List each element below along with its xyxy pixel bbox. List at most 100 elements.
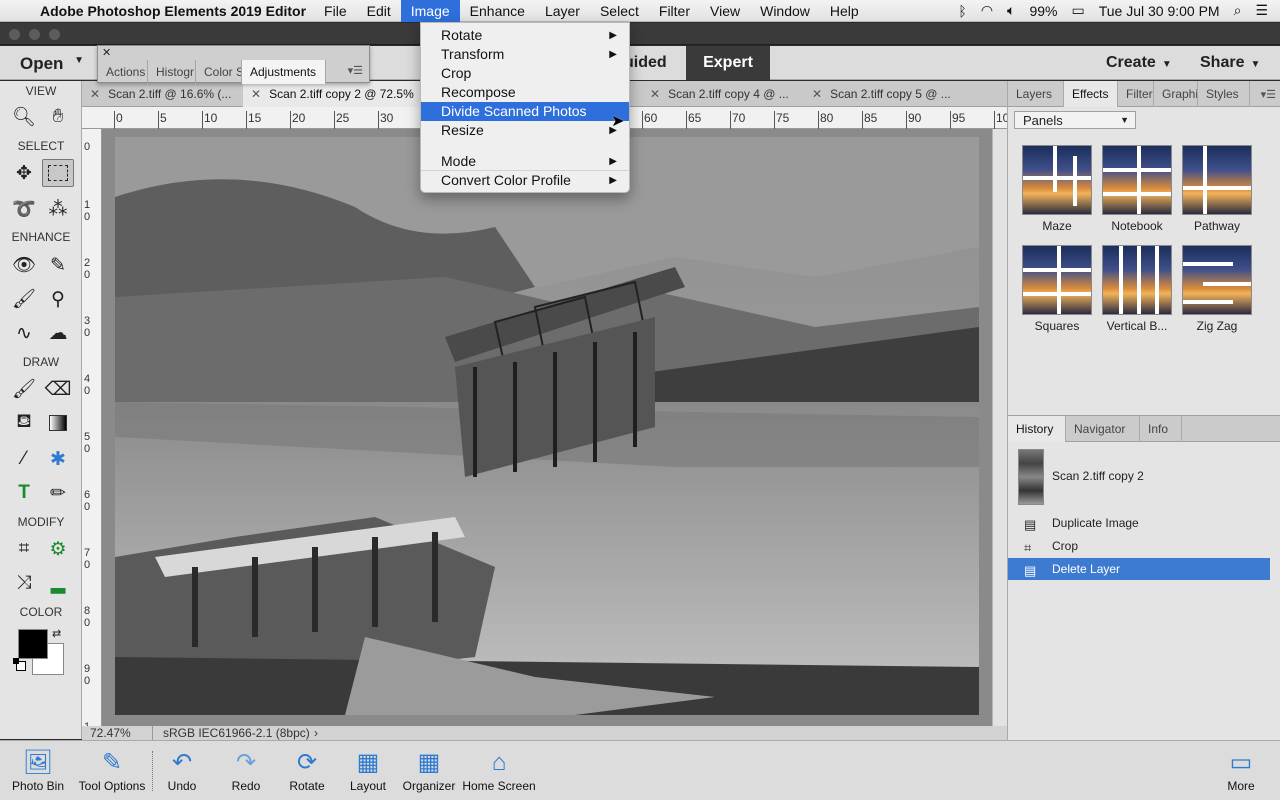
menu-item-recompose[interactable]: Recompose (421, 83, 629, 102)
eraser-tool-icon[interactable]: ⌫ (42, 375, 74, 403)
clock[interactable]: Tue Jul 30 9:00 PM (1099, 3, 1220, 19)
history-item-crop[interactable]: ⌗ Crop (1008, 535, 1270, 557)
close-icon[interactable]: ✕ (251, 87, 261, 101)
chevron-down-icon[interactable]: ▼ (74, 55, 84, 66)
effect-squares[interactable]: Squares (1021, 245, 1093, 333)
swap-colors-icon[interactable]: ⇄ (52, 627, 61, 640)
menu-item-convert-color-profile[interactable]: Convert Color Profile ▶ (421, 171, 629, 190)
tab-layers[interactable]: Layers (1008, 81, 1064, 107)
tab-graphics[interactable]: Graphi (1154, 81, 1198, 107)
eyedropper-tool-icon[interactable]: ⁄ (8, 445, 40, 473)
tab-histogram[interactable]: Histogr (148, 60, 196, 84)
tool-options-button[interactable]: ✎ Tool Options (72, 747, 152, 793)
tab-filters[interactable]: Filters (1118, 81, 1154, 107)
history-item-delete-layer[interactable]: ▤ Delete Layer (1008, 558, 1270, 580)
menu-item-mode[interactable]: Mode ▶ (421, 152, 629, 171)
tab-history[interactable]: History (1008, 416, 1066, 442)
marquee-tool-icon[interactable] (42, 159, 74, 187)
organizer-button[interactable]: ▦ Organizer (389, 747, 469, 793)
panel-menu-icon[interactable]: ▾☰ (348, 64, 363, 77)
doc-tab-1[interactable]: ✕ Scan 2.tiff @ 16.6% (... (82, 81, 242, 107)
bluetooth-icon[interactable]: ᛒ (958, 3, 966, 19)
blur-tool-icon[interactable]: ∿ (8, 319, 40, 347)
move-tool-icon[interactable]: ✥ (8, 159, 40, 187)
effects-category-dropdown[interactable]: Panels ▼ (1014, 111, 1136, 129)
canvas-area[interactable] (102, 129, 992, 726)
panel-menu-icon[interactable]: ▾☰ (1261, 88, 1276, 101)
red-eye-tool-icon[interactable]: 👁︎ (8, 251, 40, 279)
close-panel-icon[interactable]: ✕ (102, 46, 111, 59)
document-photo[interactable] (115, 137, 979, 715)
more-button[interactable]: ▭ More (1201, 747, 1280, 793)
close-window-icon[interactable] (9, 29, 20, 40)
pencil-tool-icon[interactable]: ✏︎ (42, 479, 74, 507)
menu-filter[interactable]: Filter (649, 0, 700, 22)
history-snapshot-thumbnail[interactable] (1018, 449, 1044, 505)
default-colors-icon[interactable] (13, 658, 26, 671)
tab-info[interactable]: Info (1140, 416, 1182, 442)
effect-zig-zag[interactable]: Zig Zag (1181, 245, 1253, 333)
menu-select[interactable]: Select (590, 0, 649, 22)
notification-center-icon[interactable]: ☰ (1255, 2, 1268, 19)
wifi-icon[interactable]: ◠ (981, 2, 993, 19)
tab-effects[interactable]: Effects (1064, 81, 1118, 107)
effect-vertical-b[interactable]: Vertical B... (1101, 245, 1173, 333)
close-icon[interactable]: ✕ (650, 87, 660, 101)
menu-window[interactable]: Window (750, 0, 820, 22)
recompose-tool-icon[interactable]: ⚙︎ (42, 535, 74, 563)
content-aware-move-tool-icon[interactable]: ⤨ (8, 569, 40, 597)
menu-item-crop[interactable]: Crop (421, 64, 629, 83)
foreground-color-swatch[interactable] (18, 629, 48, 659)
magic-wand-tool-icon[interactable]: ⁂ (42, 195, 74, 223)
menu-item-rotate[interactable]: Rotate ▶ (421, 26, 629, 45)
gradient-tool-icon[interactable] (42, 409, 74, 437)
straighten-tool-icon[interactable]: ▂ (42, 569, 74, 597)
menu-item-divide-scanned-photos[interactable]: Divide Scanned Photos (421, 102, 629, 121)
open-button[interactable]: Open ▼ (0, 46, 90, 80)
effect-notebook[interactable]: Notebook (1101, 145, 1173, 233)
menu-help[interactable]: Help (820, 0, 869, 22)
doc-tab-4[interactable]: ✕ Scan 2.tiff copy 5 @ ... (804, 81, 964, 107)
battery-percent[interactable]: 99% (1029, 3, 1057, 19)
photo-bin-button[interactable]: 🖼︎ Photo Bin (0, 747, 78, 793)
minimize-window-icon[interactable] (29, 29, 40, 40)
history-snapshot-label[interactable]: Scan 2.tiff copy 2 (1052, 469, 1144, 483)
type-tool-icon[interactable]: T (8, 479, 40, 507)
tab-actions[interactable]: Actions (98, 60, 148, 84)
zoom-tool-icon[interactable]: 🔍︎ (8, 103, 40, 131)
menu-layer[interactable]: Layer (535, 0, 590, 22)
menu-item-resize[interactable]: Resize ▶ (421, 121, 629, 140)
history-item-duplicate-image[interactable]: ▤ Duplicate Image (1008, 512, 1270, 534)
healing-brush-tool-icon[interactable]: ✎ (42, 251, 74, 279)
vertical-scrollbar[interactable] (992, 129, 1007, 726)
doc-tab-3[interactable]: ✕ Scan 2.tiff copy 4 @ ... (642, 81, 802, 107)
menu-edit[interactable]: Edit (357, 0, 401, 22)
close-icon[interactable]: ✕ (90, 87, 100, 101)
lasso-tool-icon[interactable]: ➰ (8, 195, 40, 223)
create-button[interactable]: Create ▼ (1106, 46, 1172, 80)
app-name[interactable]: Adobe Photoshop Elements 2019 Editor (40, 3, 306, 19)
home-screen-button[interactable]: ⌂ Home Screen (459, 747, 539, 793)
brush-tool-icon[interactable]: 🖌︎ (8, 375, 40, 403)
zoom-window-icon[interactable] (49, 29, 60, 40)
menu-enhance[interactable]: Enhance (460, 0, 535, 22)
zoom-level[interactable]: 72.47% (90, 726, 131, 741)
effect-maze[interactable]: Maze (1021, 145, 1093, 233)
effect-pathway[interactable]: Pathway (1181, 145, 1253, 233)
volume-icon[interactable]: 🔈︎ (1007, 2, 1015, 19)
smart-brush-tool-icon[interactable]: 🖌︎ (8, 285, 40, 313)
custom-shape-tool-icon[interactable]: ✱ (42, 445, 74, 473)
battery-icon[interactable]: ▭ (1071, 2, 1084, 19)
menu-file[interactable]: File (314, 0, 357, 22)
menu-item-transform[interactable]: Transform ▶ (421, 45, 629, 64)
spotlight-search-icon[interactable]: ⌕ (1234, 2, 1242, 19)
tab-styles[interactable]: Styles (1198, 81, 1250, 107)
tab-adjustments[interactable]: Adjustments (242, 60, 326, 84)
share-button[interactable]: Share ▼ (1200, 46, 1260, 80)
menu-view[interactable]: View (700, 0, 750, 22)
tab-navigator[interactable]: Navigator (1066, 416, 1140, 442)
sponge-tool-icon[interactable]: ☁︎ (42, 319, 74, 347)
menu-image[interactable]: Image (400, 0, 460, 22)
mode-expert-tab[interactable]: Expert (686, 46, 770, 80)
paint-bucket-tool-icon[interactable]: ⛾ (8, 409, 40, 437)
